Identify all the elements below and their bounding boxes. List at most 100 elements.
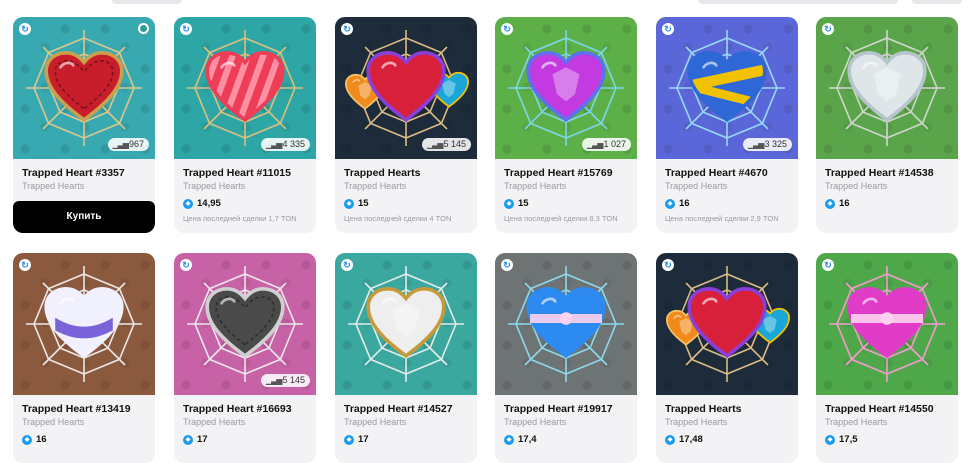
header-stub-end <box>912 0 962 4</box>
supply-count-value: 1 027 <box>603 139 626 149</box>
collection-name: Trapped Hearts <box>22 181 85 191</box>
nft-image[interactable]: ↻ ▁▃▅967 <box>13 17 155 159</box>
header-stub-left <box>112 0 182 4</box>
supply-count: ▁▃▅967 <box>107 138 149 151</box>
bar-chart-icon: ▁▃▅ <box>748 140 765 149</box>
price: ◆ 17,48 <box>665 434 790 445</box>
price: ◆ 15 <box>344 198 469 209</box>
price-value: 16 <box>839 198 850 209</box>
price-value: 16 <box>679 198 690 209</box>
heart-artwork <box>687 50 767 123</box>
ton-icon: ◆ <box>344 198 354 209</box>
price: ◆ 17 <box>183 434 308 445</box>
collection-name: Trapped Hearts <box>183 417 246 427</box>
supply-count: ▁▃▅5 145 <box>422 138 471 151</box>
collection-name: Trapped Hearts <box>665 181 728 191</box>
nft-image[interactable]: ↻ ▁▃▅5 145 <box>335 17 477 159</box>
nft-card[interactable]: ↻ Trapped Heart #14527 Trapped Hearts ◆ 1… <box>335 253 477 463</box>
nft-card[interactable]: ↻ Trapped Heart #14538 Trapped Hearts ◆ 1… <box>816 17 958 233</box>
supply-count-value: 3 325 <box>764 139 787 149</box>
ton-icon: ◆ <box>665 198 675 209</box>
heart-icon <box>526 50 606 123</box>
ton-icon: ◆ <box>183 434 193 445</box>
nft-title: Trapped Heart #15769 <box>504 167 613 179</box>
ton-icon: ◆ <box>825 434 835 445</box>
nft-image[interactable]: ↻ <box>816 253 958 395</box>
supply-count: ▁▃▅4 335 <box>261 138 310 151</box>
nft-card[interactable]: ↻ ▁▃▅3 325 Trapped Heart #4670 Trapped He… <box>656 17 798 233</box>
heart-artwork <box>847 286 927 359</box>
collection-name: Trapped Hearts <box>665 417 728 427</box>
nft-card[interactable]: ↻ ▁▃▅4 335 Trapped Heart #11015 Trapped H… <box>174 17 316 233</box>
price-value: 14,95 <box>197 198 221 209</box>
nft-title: Trapped Hearts <box>665 403 742 415</box>
nft-card[interactable]: ↻ Trapped Heart #13419 Trapped Hearts ◆ 1… <box>13 253 155 463</box>
price-value: 15 <box>518 198 529 209</box>
verified-icon: ↻ <box>19 23 31 35</box>
supply-count: ▁▃▅1 027 <box>582 138 631 151</box>
ton-icon: ◆ <box>344 434 354 445</box>
collection-name: Trapped Hearts <box>825 417 888 427</box>
supply-count: ▁▃▅5 145 <box>261 374 310 387</box>
heart-icon <box>366 50 446 123</box>
heart-icon <box>687 286 767 359</box>
nft-image[interactable]: ↻ <box>816 17 958 159</box>
select-radio-icon[interactable] <box>138 23 149 34</box>
nft-card[interactable]: ↻ ▁▃▅5 145 Trapped Heart #16693 Trapped H… <box>174 253 316 463</box>
nft-card[interactable]: ↻ Trapped Heart #19917 Trapped Hearts ◆ 1… <box>495 253 637 463</box>
verified-icon: ↻ <box>662 259 674 271</box>
nft-image[interactable]: ↻ <box>13 253 155 395</box>
nft-card[interactable]: ↻ ▁▃▅5 145 Trapped Hearts Trapped Hearts … <box>335 17 477 233</box>
collection-name: Trapped Hearts <box>22 417 85 427</box>
supply-count-value: 967 <box>128 139 144 149</box>
nft-image[interactable]: ↻ ▁▃▅5 145 <box>174 253 316 395</box>
price: ◆ 17,4 <box>504 434 629 445</box>
verified-icon: ↻ <box>341 23 353 35</box>
ton-icon: ◆ <box>22 434 32 445</box>
heart-artwork <box>205 286 285 359</box>
heart-artwork <box>44 286 124 359</box>
verified-icon: ↻ <box>662 23 674 35</box>
nft-image[interactable]: ↻ <box>335 253 477 395</box>
supply-count-value: 4 335 <box>282 139 305 149</box>
verified-icon: ↻ <box>501 23 513 35</box>
collection-name: Trapped Hearts <box>504 181 567 191</box>
heart-icon <box>687 50 767 123</box>
nft-card[interactable]: ↻ Trapped Heart #14550 Trapped Hearts ◆ 1… <box>816 253 958 463</box>
nft-card[interactable]: ↻ ▁▃▅1 027 Trapped Heart #15769 Trapped H… <box>495 17 637 233</box>
verified-icon: ↻ <box>180 23 192 35</box>
ton-icon: ◆ <box>665 434 675 445</box>
nft-card[interactable]: ↻ Trapped Hearts Trapped Hearts ◆ 17,48 <box>656 253 798 463</box>
nft-image[interactable]: ↻ <box>656 253 798 395</box>
nft-title: Trapped Heart #4670 <box>665 167 768 179</box>
last-deal-price: Цена последней сделки 4 TON <box>344 214 452 223</box>
collection-name: Trapped Hearts <box>504 417 567 427</box>
nft-image[interactable]: ↻ <box>495 253 637 395</box>
nft-image[interactable]: ↻ ▁▃▅1 027 <box>495 17 637 159</box>
nft-title: Trapped Heart #3357 <box>22 167 125 179</box>
nft-title: Trapped Heart #19917 <box>504 403 613 415</box>
ton-icon: ◆ <box>825 198 835 209</box>
price: ◆ 16 <box>665 198 790 209</box>
price: ◆ 16 <box>22 434 147 445</box>
heart-artwork <box>687 286 767 359</box>
bar-chart-icon: ▁▃▅ <box>112 140 130 149</box>
heart-icon <box>205 50 285 123</box>
heart-artwork <box>526 286 606 359</box>
heart-artwork <box>526 50 606 123</box>
buy-button[interactable]: Купить <box>13 201 155 233</box>
collection-name: Trapped Hearts <box>344 417 407 427</box>
nft-image[interactable]: ↻ ▁▃▅3 325 <box>656 17 798 159</box>
price: ◆ 16 <box>825 198 950 209</box>
nft-image[interactable]: ↻ ▁▃▅4 335 <box>174 17 316 159</box>
nft-card[interactable]: ↻ ▁▃▅967 Trapped Heart #3357 Trapped Hear… <box>13 17 155 233</box>
nft-title: Trapped Heart #11015 <box>183 167 291 179</box>
heart-artwork <box>847 50 927 123</box>
verified-icon: ↻ <box>501 259 513 271</box>
nft-title: Trapped Heart #16693 <box>183 403 292 415</box>
price-value: 17,4 <box>518 434 537 445</box>
heart-icon <box>366 286 446 359</box>
collection-name: Trapped Hearts <box>344 181 407 191</box>
nft-title: Trapped Hearts <box>344 167 421 179</box>
collection-name: Trapped Hearts <box>825 181 888 191</box>
